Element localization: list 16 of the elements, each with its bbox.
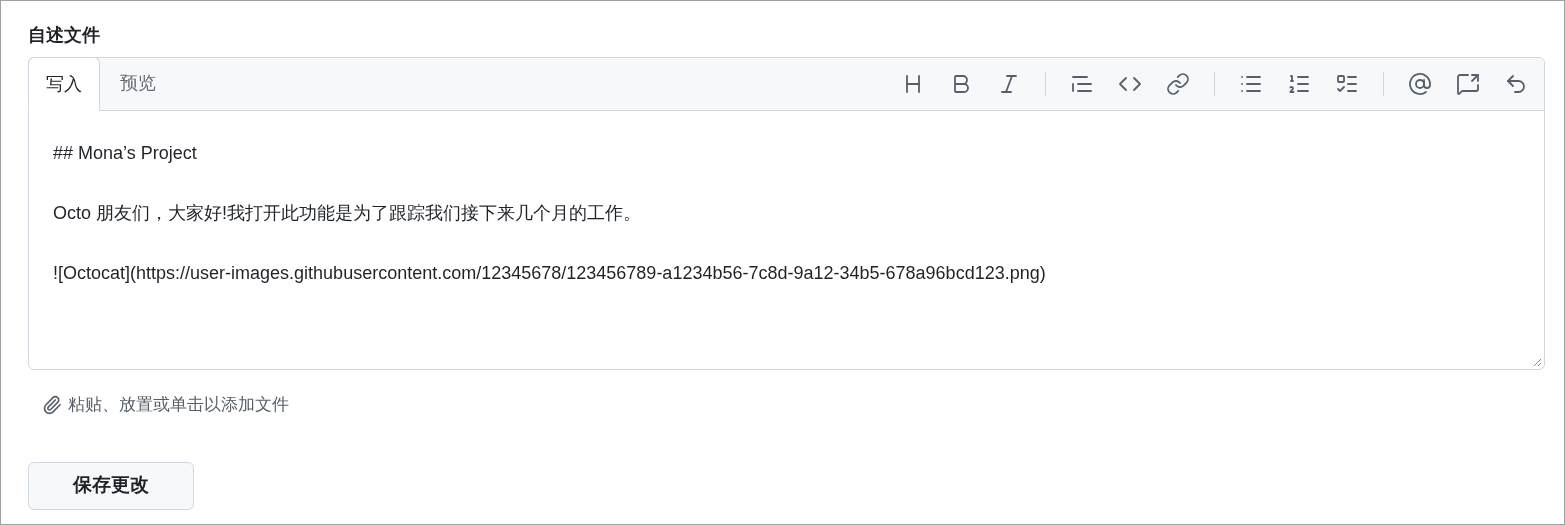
attach-hint[interactable]: 粘贴、放置或单击以添加文件 bbox=[68, 392, 289, 418]
link-icon[interactable] bbox=[1166, 72, 1190, 96]
editor-text-line: ![Octocat](https://user-images.githubusercontent.com/12345678/123456789-a1234b56-7c8d-9a12-34b5-678a96bcd123.png) bbox=[53, 262, 1046, 285]
editor-text-line: Octo 朋友们，大家好!我打开此功能是为了跟踪我们接下来几个月的工作。 bbox=[53, 202, 641, 225]
editor-text-line: ## Mona’s Project bbox=[53, 142, 197, 165]
editor-tab[interactable]: 写入 bbox=[28, 57, 100, 111]
field-label: 自述文件 bbox=[28, 24, 100, 47]
numbered-list-icon[interactable] bbox=[1287, 72, 1311, 96]
mention-icon[interactable] bbox=[1408, 72, 1432, 96]
paperclip-icon bbox=[42, 394, 62, 415]
editor-text-area[interactable]: ## Mona’s Project Octo 朋友们，大家好!我打开此功能是为了跟踪我们接下来几个月的工作。 ![Octocat](https://user-images.githubusercontent.com/12345678/123456789-a1234b56-7c8d-9a12-34b5-678a96bcd123.png) bbox=[29, 111, 1544, 369]
reply-icon[interactable] bbox=[1504, 72, 1528, 96]
reference-icon[interactable] bbox=[1456, 72, 1480, 96]
save-button[interactable]: 保存更改 bbox=[28, 461, 194, 510]
editor-tab[interactable]: 预览 bbox=[100, 57, 176, 110]
resize-handle-icon[interactable] bbox=[1532, 357, 1542, 367]
